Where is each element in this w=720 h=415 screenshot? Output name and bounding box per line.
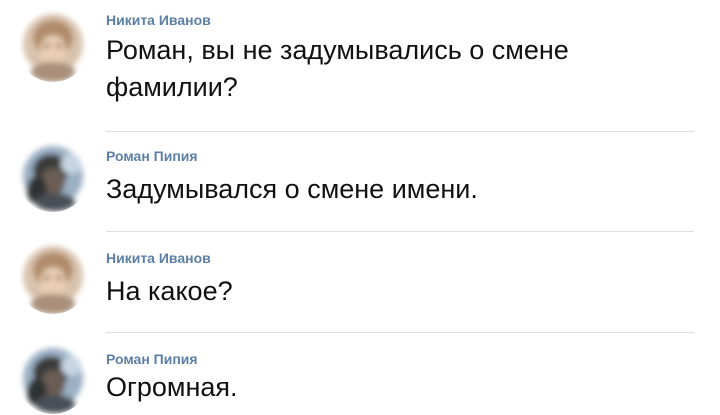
user-avatar-icon bbox=[17, 10, 89, 82]
user-avatar-icon bbox=[17, 140, 89, 212]
message-divider bbox=[106, 332, 694, 333]
avatar[interactable] bbox=[17, 242, 89, 314]
chat-thread: Никита Иванов Роман, вы не задумывались … bbox=[0, 0, 720, 415]
message-divider bbox=[106, 231, 694, 232]
message-author[interactable]: Роман Пипия bbox=[106, 148, 198, 164]
message-text: Огромная. bbox=[106, 372, 238, 402]
user-avatar-icon bbox=[17, 342, 89, 414]
message-author[interactable]: Роман Пипия bbox=[106, 351, 198, 367]
avatar[interactable] bbox=[17, 342, 89, 414]
message-divider bbox=[106, 131, 694, 132]
avatar[interactable] bbox=[17, 10, 89, 82]
message-text: Роман, вы не задумывались о смене фамили… bbox=[106, 35, 569, 102]
message-text: На какое? bbox=[106, 276, 233, 306]
avatar[interactable] bbox=[17, 140, 89, 212]
message-author[interactable]: Никита Иванов bbox=[106, 250, 211, 266]
message-author[interactable]: Никита Иванов bbox=[106, 12, 211, 28]
user-avatar-icon bbox=[17, 242, 89, 314]
message-text: Задумывался о смене имени. bbox=[106, 174, 478, 204]
